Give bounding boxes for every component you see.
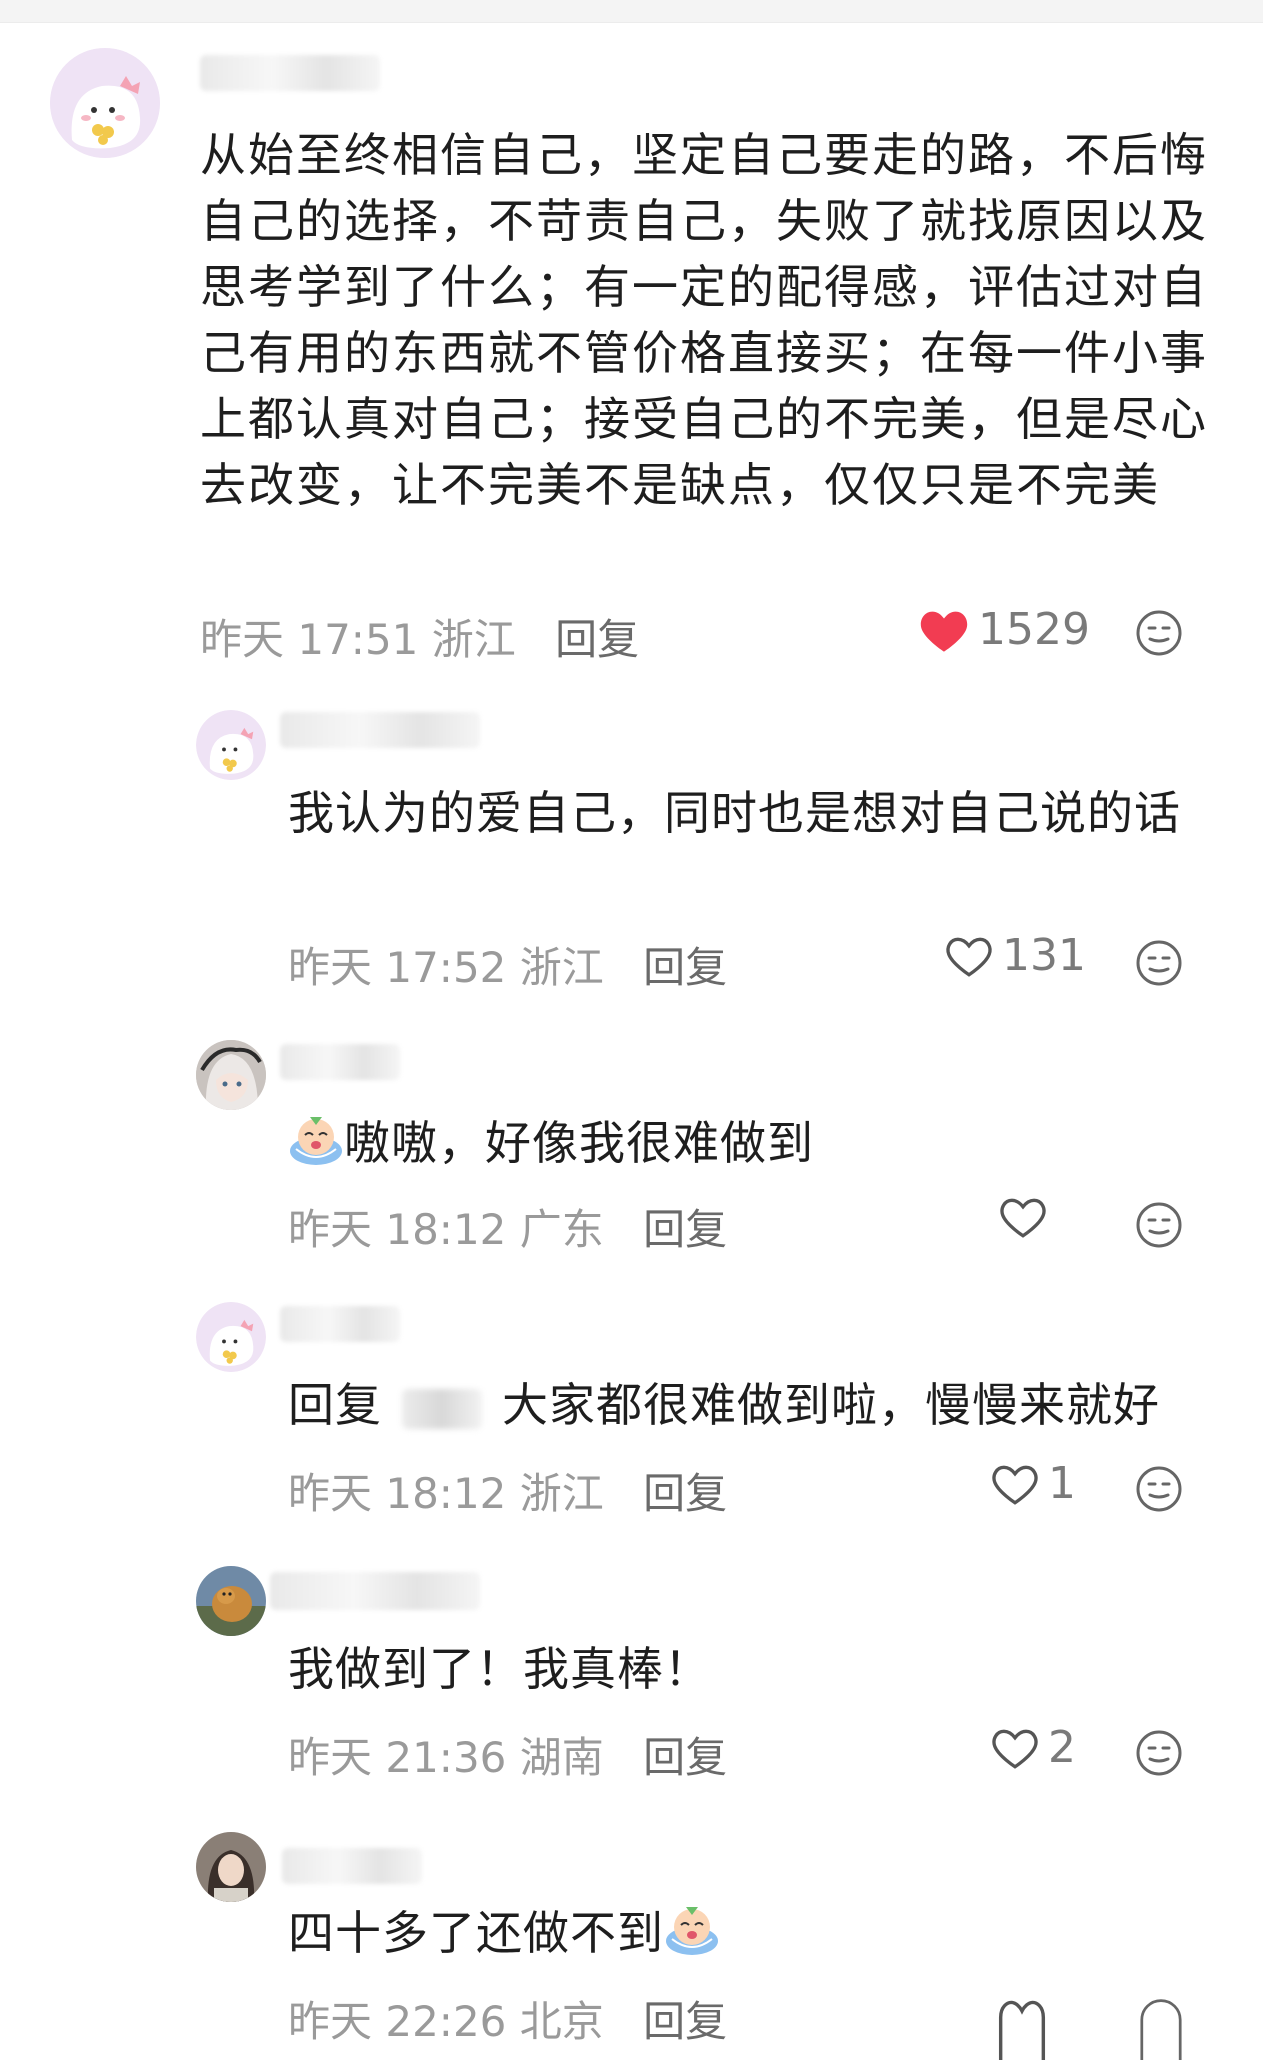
reply-button[interactable]: 回复: [643, 1205, 727, 1254]
heart-outline-icon: [992, 1465, 1038, 1505]
reply-meta: 昨天 17:52 浙江 回复: [288, 934, 727, 995]
like-button[interactable]: [998, 1194, 1056, 1240]
like-button[interactable]: 1529: [918, 604, 1090, 655]
reply-meta: 昨天 18:12 广东 回复: [288, 1196, 727, 1257]
crying-emoji-icon: [290, 1117, 342, 1165]
reply-text: 我做到了！我真棒！: [288, 1642, 711, 1696]
reply-button[interactable]: 回复: [643, 1997, 727, 2046]
reply-location: 广东: [519, 1205, 604, 1254]
like-count: 131: [1002, 930, 1086, 981]
username-blurred[interactable]: [282, 1848, 422, 1884]
avatar[interactable]: [50, 48, 160, 158]
avatar[interactable]: [196, 1566, 266, 1636]
like-count: 1529: [978, 604, 1090, 655]
emoji-reaction-icon[interactable]: [1134, 1200, 1184, 1250]
username-blurred[interactable]: [280, 1044, 400, 1080]
reply-content: 四十多了还做不到: [288, 1900, 1188, 1966]
like-button[interactable]: 1: [990, 1458, 1076, 1509]
comment-text: 从始至终相信自己，坚定自己要走的路，不后悔自己的选择，不苛责自己，失败了就找原因…: [200, 128, 1208, 512]
heart-outline-icon: [992, 1729, 1038, 1769]
emoji-reaction-icon[interactable]: [1134, 608, 1184, 658]
avatar[interactable]: [196, 1832, 266, 1902]
reply-content: 回复 大家都很难做到啦，慢慢来就好: [288, 1372, 1228, 1438]
avatar[interactable]: [196, 710, 266, 780]
reply-location: 浙江: [519, 1469, 604, 1518]
reply-text: 嗷嗷，好像我很难做到: [344, 1116, 814, 1170]
heart-outline-icon[interactable]: [996, 1996, 1048, 2060]
mention-blurred[interactable]: [402, 1388, 482, 1429]
reply-button[interactable]: 回复: [643, 1733, 727, 1782]
reply-time: 昨天 22:26: [288, 1997, 507, 2046]
reply-button[interactable]: 回复: [643, 943, 727, 992]
emoji-reaction-icon[interactable]: [1138, 1996, 1184, 2060]
emoji-reaction-icon[interactable]: [1134, 938, 1184, 988]
like-count: 2: [1048, 1722, 1076, 1773]
comment-time: 昨天 17:51: [200, 615, 419, 664]
reply-text: 我认为的爱自己，同时也是想对自己说的话: [288, 786, 1181, 840]
reply-text: 四十多了还做不到: [288, 1906, 664, 1960]
username-blurred[interactable]: [270, 1572, 480, 1610]
reply-location: 湖南: [519, 1733, 604, 1782]
username-blurred[interactable]: [280, 712, 480, 748]
comment-location: 浙江: [431, 615, 516, 664]
avatar[interactable]: [196, 1040, 266, 1110]
reply-prefix: 回复: [288, 1378, 382, 1432]
username-blurred[interactable]: [280, 1306, 400, 1342]
top-divider: [0, 0, 1263, 23]
like-button[interactable]: 131: [944, 930, 1086, 981]
avatar[interactable]: [196, 1302, 266, 1372]
reply-meta: 昨天 21:36 湖南 回复: [288, 1724, 727, 1785]
reply-time: 昨天 17:52: [288, 943, 507, 992]
reply-time: 昨天 18:12: [288, 1205, 507, 1254]
reply-time: 昨天 18:12: [288, 1469, 507, 1518]
reply-content: 嗷嗷，好像我很难做到: [288, 1110, 1188, 1176]
like-count: 1: [1048, 1458, 1076, 1509]
heart-filled-icon: [920, 611, 968, 652]
reply-meta: 昨天 22:26 北京 回复: [288, 1988, 727, 2049]
emoji-reaction-icon[interactable]: [1134, 1728, 1184, 1778]
like-button[interactable]: 2: [990, 1722, 1076, 1773]
heart-outline-icon: [946, 937, 992, 977]
crying-emoji-icon: [666, 1907, 718, 1955]
reply-time: 昨天 21:36: [288, 1733, 507, 1782]
emoji-reaction-icon[interactable]: [1134, 1464, 1184, 1514]
reply-button[interactable]: 回复: [555, 615, 639, 664]
reply-location: 浙江: [519, 943, 604, 992]
reply-meta: 昨天 18:12 浙江 回复: [288, 1460, 727, 1521]
username-blurred[interactable]: [200, 55, 380, 91]
heart-outline-icon: [1000, 1198, 1046, 1238]
comment-meta: 昨天 17:51 浙江 回复: [200, 606, 639, 667]
reply-location: 北京: [519, 1997, 604, 2046]
reply-button[interactable]: 回复: [643, 1469, 727, 1518]
reply-text: 大家都很难做到啦，慢慢来就好: [502, 1378, 1160, 1432]
